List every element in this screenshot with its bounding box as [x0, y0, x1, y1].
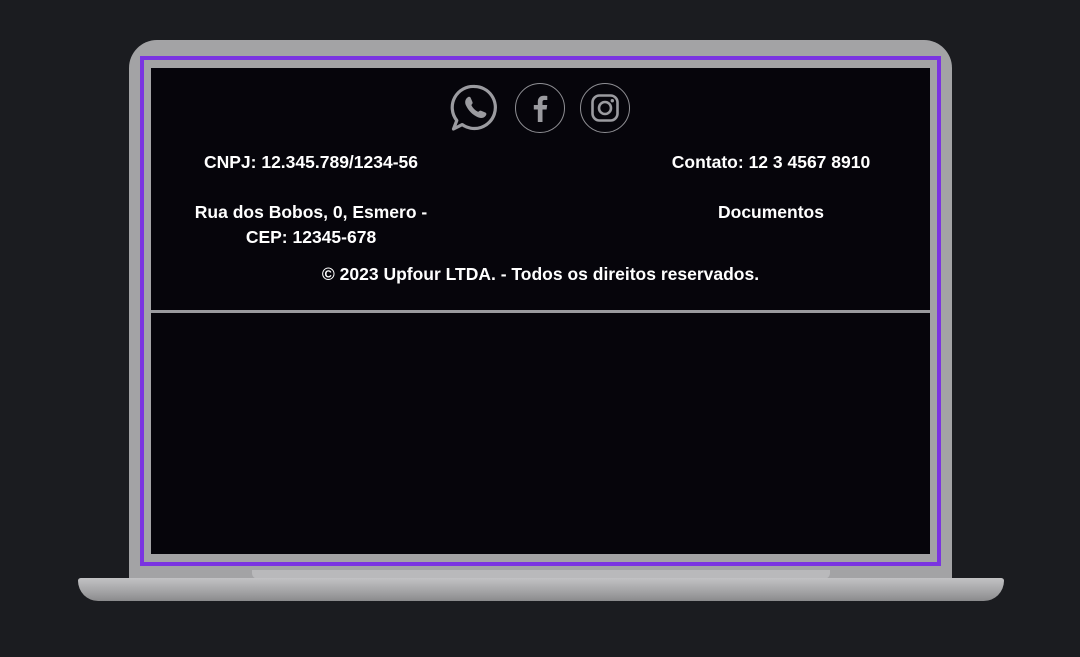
- laptop-base: [78, 578, 1004, 601]
- page: CNPJ: 12.345.789/1234-56 Contato: 12 3 4…: [0, 0, 1080, 657]
- copyright-text: © 2023 Upfour LTDA. - Todos os direitos …: [321, 264, 760, 284]
- whatsapp-link[interactable]: [450, 83, 500, 133]
- instagram-link[interactable]: [580, 83, 630, 133]
- whatsapp-icon: [450, 84, 497, 131]
- facebook-link[interactable]: [515, 83, 565, 133]
- footer-divider: [151, 310, 930, 313]
- address-text: Rua dos Bobos, 0, Esmero - CEP: 12345-67…: [181, 200, 441, 250]
- cnpj-text: CNPJ: 12.345.789/1234-56: [203, 152, 419, 172]
- address-line-cep: CEP: 12345-678: [245, 227, 377, 247]
- social-links: [151, 83, 930, 135]
- facebook-icon: [533, 95, 548, 122]
- laptop-screen: CNPJ: 12.345.789/1234-56 Contato: 12 3 4…: [151, 68, 930, 554]
- address-line-street: Rua dos Bobos, 0, Esmero -: [194, 202, 428, 222]
- contact-phone: Contato: 12 3 4567 8910: [671, 152, 871, 172]
- documents-link[interactable]: Documentos: [651, 200, 891, 225]
- instagram-icon: [591, 94, 619, 122]
